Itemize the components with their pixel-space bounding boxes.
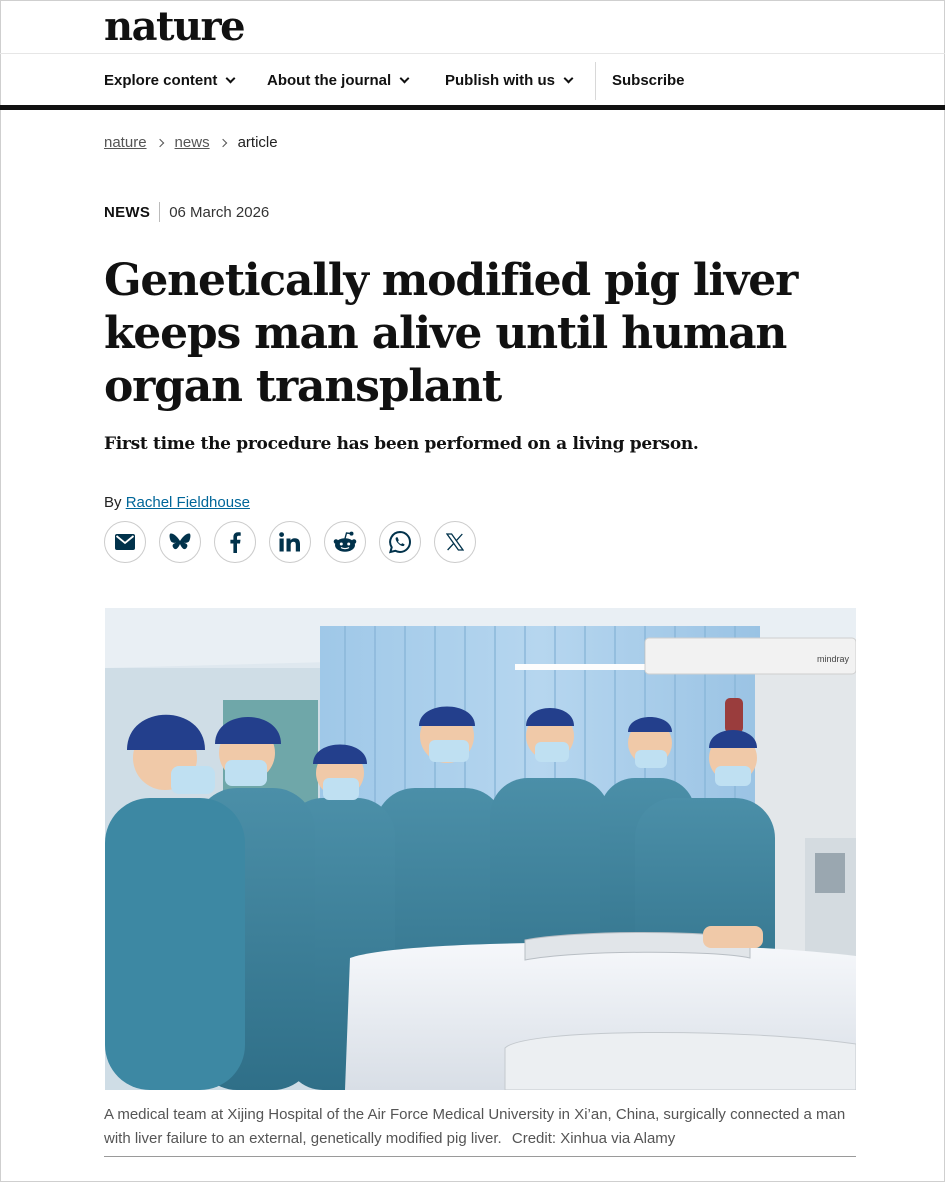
author-link[interactable]: Rachel Fieldhouse	[126, 494, 250, 511]
chevron-down-icon	[563, 73, 574, 84]
nav-subscribe[interactable]: Subscribe	[612, 72, 685, 89]
photo-brand-text: mindray	[817, 654, 850, 664]
article-standfirst: First time the procedure has been perfor…	[104, 434, 699, 454]
nav-divider	[595, 62, 596, 100]
share-linkedin-button[interactable]	[269, 521, 311, 563]
meta-divider	[159, 202, 161, 222]
share-reddit-button[interactable]	[324, 521, 366, 563]
share-bar	[104, 521, 476, 563]
nav-explore-label: Explore content	[104, 72, 218, 89]
nav-publish[interactable]: Publish with us	[445, 72, 574, 89]
article-meta: NEWS 06 March 2026	[104, 202, 269, 222]
article-date: 06 March 2026	[169, 203, 270, 221]
breadcrumb: nature news article	[104, 134, 278, 151]
nav-about-journal[interactable]: About the journal	[267, 72, 410, 89]
chevron-down-icon	[399, 73, 410, 84]
breadcrumb-home-link[interactable]: nature	[104, 134, 147, 151]
facebook-icon	[230, 532, 241, 553]
breadcrumb-current: article	[237, 134, 278, 151]
reddit-icon	[333, 531, 357, 552]
caption-divider	[104, 1156, 856, 1157]
article-type: NEWS	[104, 203, 151, 221]
email-icon	[115, 534, 135, 550]
site-header: nature	[0, 0, 945, 54]
share-whatsapp-button[interactable]	[379, 521, 421, 563]
caption-text: A medical team at Xijing Hospital of the…	[104, 1106, 846, 1147]
chevron-right-icon	[155, 138, 164, 147]
nav-publish-label: Publish with us	[445, 72, 556, 89]
nature-logo[interactable]: nature	[104, 4, 246, 50]
chevron-down-icon	[225, 73, 236, 84]
figure-caption: A medical team at Xijing Hospital of the…	[104, 1103, 859, 1151]
byline-prefix: By	[104, 494, 122, 511]
breadcrumb-news-link[interactable]: news	[175, 134, 210, 151]
caption-credit: Credit: Xinhua via Alamy	[511, 1130, 676, 1147]
share-x-button[interactable]	[434, 521, 476, 563]
nav-explore-content[interactable]: Explore content	[104, 72, 236, 89]
share-bluesky-button[interactable]	[159, 521, 201, 563]
nav-about-label: About the journal	[267, 72, 392, 89]
whatsapp-icon	[388, 530, 411, 554]
linkedin-icon	[279, 532, 300, 552]
article-title: Genetically modified pig liver keeps man…	[104, 255, 798, 412]
main-nav: Explore content About the journal Publis…	[0, 54, 945, 110]
share-facebook-button[interactable]	[214, 521, 256, 563]
x-icon	[446, 533, 464, 551]
bluesky-icon	[169, 533, 191, 550]
byline: By Rachel Fieldhouse	[104, 494, 250, 511]
article-figure: mindray	[105, 608, 856, 1090]
chevron-right-icon	[218, 138, 227, 147]
operating-room-photo: mindray	[105, 608, 856, 1090]
nav-subscribe-label: Subscribe	[612, 72, 685, 89]
share-email-button[interactable]	[104, 521, 146, 563]
